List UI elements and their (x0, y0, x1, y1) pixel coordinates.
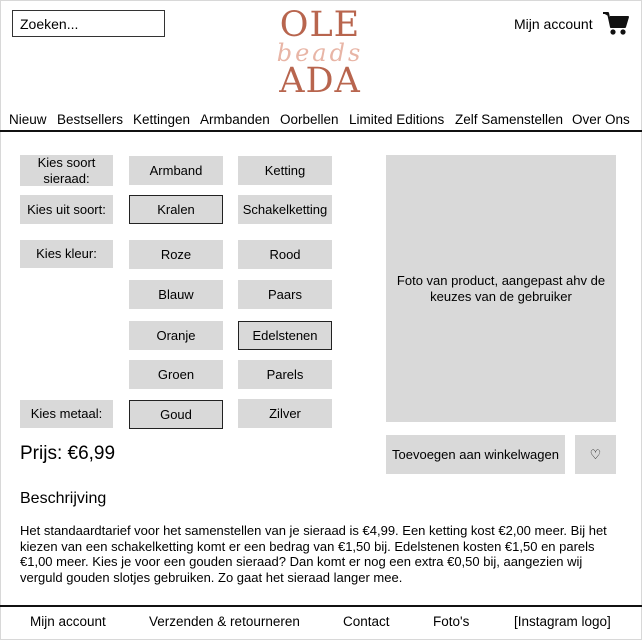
option-paars[interactable]: Paars (238, 280, 332, 309)
option-ketting[interactable]: Ketting (238, 156, 332, 185)
logo-line-bottom: ADA (279, 61, 361, 101)
option-rood[interactable]: Rood (238, 240, 332, 269)
footer-link-shipping[interactable]: Verzenden & retourneren (149, 614, 300, 629)
favorite-heart-icon[interactable]: ♡ (575, 435, 616, 474)
option-oranje[interactable]: Oranje (129, 321, 223, 350)
option-armband[interactable]: Armband (129, 156, 223, 185)
option-groen[interactable]: Groen (129, 360, 223, 389)
footer-link-contact[interactable]: Contact (343, 614, 390, 629)
product-price: Prijs: €6,99 (20, 443, 116, 464)
product-photo-placeholder: Foto van product, aangepast ahv de keuze… (386, 155, 616, 422)
brand-logo[interactable]: OLE beads ADA (270, 8, 370, 100)
nav-item-oorbellen[interactable]: Oorbellen (280, 112, 339, 127)
search-input[interactable] (12, 10, 165, 37)
main-nav: Nieuw Bestsellers Kettingen Armbanden Oo… (0, 110, 642, 132)
nav-item-limited-editions[interactable]: Limited Editions (349, 112, 444, 127)
option-goud[interactable]: Goud (129, 400, 223, 429)
color-label: Kies kleur: (20, 240, 113, 268)
option-zilver[interactable]: Zilver (238, 399, 332, 428)
nav-item-armbanden[interactable]: Armbanden (200, 112, 270, 127)
nav-item-zelf-samenstellen[interactable]: Zelf Samenstellen (455, 112, 563, 127)
footer-link-account[interactable]: Mijn account (30, 614, 106, 629)
nav-item-kettingen[interactable]: Kettingen (133, 112, 190, 127)
option-edelstenen[interactable]: Edelstenen (238, 321, 332, 350)
option-kralen[interactable]: Kralen (129, 195, 223, 224)
option-roze[interactable]: Roze (129, 240, 223, 269)
footer: Mijn account Verzenden & retourneren Con… (0, 605, 642, 640)
account-link[interactable]: Mijn account (514, 16, 593, 32)
option-blauw[interactable]: Blauw (129, 280, 223, 309)
product-photo-text: Foto van product, aangepast ahv de keuze… (396, 272, 606, 304)
metal-label: Kies metaal: (20, 400, 113, 428)
nav-item-over-ons[interactable]: Over Ons (572, 112, 630, 127)
option-parels[interactable]: Parels (238, 360, 332, 389)
type-label: Kies soort sieraad: (20, 155, 113, 186)
option-schakelketting[interactable]: Schakelketting (238, 195, 332, 224)
kind-label: Kies uit soort: (20, 195, 113, 224)
nav-item-bestsellers[interactable]: Bestsellers (57, 112, 123, 127)
cart-icon[interactable] (602, 11, 630, 37)
description-text: Het standaardtarief voor het samenstelle… (20, 523, 607, 585)
nav-item-nieuw[interactable]: Nieuw (9, 112, 47, 127)
add-to-cart-button[interactable]: Toevoegen aan winkelwagen (386, 435, 565, 474)
footer-instagram-link[interactable]: [Instagram logo] (514, 614, 611, 629)
footer-link-photos[interactable]: Foto's (433, 614, 469, 629)
description-title: Beschrijving (20, 490, 107, 507)
